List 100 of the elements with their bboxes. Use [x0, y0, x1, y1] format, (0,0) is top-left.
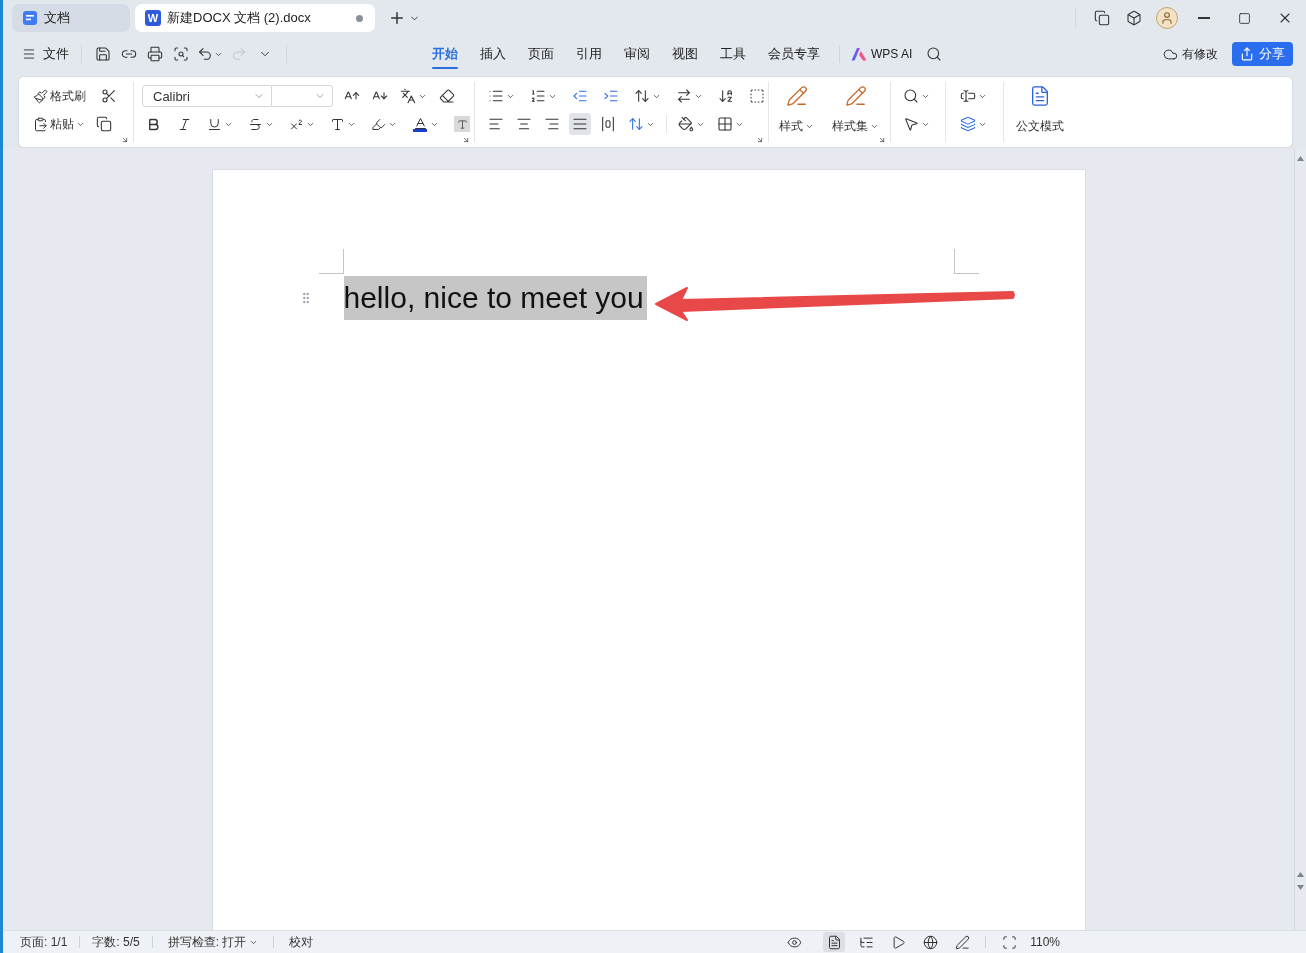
document-icon — [1029, 85, 1051, 107]
pencil-icon — [844, 85, 867, 107]
copy-icon — [96, 116, 112, 132]
save-icon — [95, 46, 111, 62]
previous-page-icon[interactable] — [1297, 872, 1304, 877]
file-menu-button[interactable]: 文件 — [18, 41, 73, 67]
ribbon-tab[interactable]: 插入 — [469, 36, 517, 72]
undo-icon — [197, 46, 213, 62]
ribbon-tab[interactable]: 视图 — [661, 36, 709, 72]
scrollbar[interactable] — [1294, 148, 1306, 930]
cloud-icon — [1163, 46, 1178, 62]
ribbon-tab[interactable]: 页面 — [517, 36, 565, 72]
fit-frame-icon — [1001, 934, 1017, 950]
align-right-icon — [544, 116, 560, 132]
paint-bucket-icon — [678, 116, 694, 132]
minimize-icon — [1198, 17, 1210, 19]
document-tab[interactable]: 文档 — [12, 4, 130, 32]
margin-corner-mark — [318, 249, 344, 274]
text-cursor-icon — [960, 88, 976, 104]
layers-icon — [960, 116, 976, 132]
pen-icon — [954, 934, 970, 950]
strikethrough-icon — [248, 116, 263, 132]
justify-button[interactable] — [569, 113, 591, 135]
decrease-indent-icon — [572, 88, 588, 104]
up-down-arrows-icon — [634, 88, 650, 104]
search-icon — [903, 88, 919, 104]
app-logo: W — [145, 10, 161, 26]
wps-ai-button[interactable]: WPS AI — [848, 41, 916, 67]
align-center-icon — [516, 116, 532, 132]
up-down-arrows-icon — [628, 116, 644, 132]
corner-arrow-icon — [878, 136, 886, 144]
zoom-level-text: 110% — [1030, 935, 1060, 949]
pointer-icon — [903, 116, 919, 132]
share-icon — [1240, 47, 1254, 61]
font-color-icon — [412, 115, 428, 133]
sort-icon — [718, 88, 734, 104]
framed-magnifier-icon — [173, 46, 189, 62]
styles-button[interactable]: 样式 — [775, 85, 818, 137]
distribute-icon — [600, 116, 616, 132]
underline-icon — [207, 116, 222, 132]
share-button[interactable]: 分享 — [1232, 42, 1293, 66]
ai-logo-icon — [851, 47, 867, 61]
paragraph-text: hello, nice to meet you — [343, 276, 647, 320]
avatar-icon — [1156, 7, 1178, 29]
spell-check-button[interactable]: 拼写检查: 打开 — [164, 932, 262, 952]
search-icon — [926, 46, 943, 62]
page-icon — [826, 934, 842, 950]
justify-icon — [572, 116, 588, 132]
page-view-button[interactable] — [823, 932, 846, 952]
shaded-type-icon — [454, 116, 470, 132]
highlighter-icon — [371, 116, 386, 132]
ribbon-tab[interactable]: 引用 — [565, 36, 613, 72]
ribbon-tab[interactable]: 工具 — [709, 36, 757, 72]
menu-icon — [22, 47, 36, 61]
bullet-list-icon — [488, 88, 504, 104]
format-painter-button[interactable]: 格式刷 — [31, 85, 88, 107]
paintbrush-icon — [33, 88, 48, 104]
play-icon — [890, 934, 906, 950]
next-page-icon[interactable] — [1297, 885, 1304, 890]
superscript-icon — [289, 116, 304, 132]
word-count-text: 字数: 5/5 — [92, 933, 140, 951]
left-right-arrows-icon — [676, 88, 692, 104]
font-family-select[interactable]: Calibri — [142, 85, 272, 107]
page-count-text: 页面: 1/1 — [20, 933, 68, 951]
proofread-button[interactable]: 校对 — [286, 932, 317, 952]
type-icon — [330, 116, 345, 132]
clipboard-icon — [33, 116, 48, 132]
align-left-icon — [488, 116, 504, 132]
character-shading-button[interactable] — [451, 113, 473, 135]
increase-indent-icon — [603, 88, 619, 104]
translate-icon — [400, 88, 416, 104]
cube-icon — [1126, 10, 1142, 26]
maximize-icon — [1237, 11, 1251, 25]
plus-icon — [388, 9, 406, 27]
printer-icon — [147, 46, 163, 62]
italic-icon — [176, 116, 192, 132]
document-tab[interactable]: W 新建DOCX 文档 (2).docx — [135, 4, 375, 32]
save-status-button[interactable]: 有修改 — [1160, 41, 1221, 67]
paste-button[interactable]: 粘贴 — [31, 113, 87, 135]
corner-arrow-icon — [756, 136, 764, 144]
border-grid-icon — [717, 116, 733, 132]
overlapping-squares-icon — [1094, 10, 1110, 26]
ribbon-tab[interactable]: 开始 — [421, 36, 469, 72]
eye-icon — [786, 934, 802, 950]
corner-arrow-icon — [462, 136, 470, 144]
ribbon-tab[interactable]: 会员专享 — [757, 36, 831, 72]
list-tree-icon — [858, 934, 874, 950]
eraser-icon — [439, 88, 455, 104]
margin-corner-mark — [953, 249, 979, 274]
scroll-up-icon[interactable] — [1297, 156, 1304, 161]
ribbon-tab[interactable]: 审阅 — [613, 36, 661, 72]
numbered-list-icon — [530, 88, 546, 104]
dashed-square-icon — [749, 88, 765, 104]
style-set-button[interactable]: 样式集 — [828, 85, 883, 137]
redo-icon — [231, 46, 247, 62]
document-mode-button[interactable]: 公文模式 — [1012, 85, 1068, 137]
docs-icon — [22, 10, 38, 26]
scissors-icon — [101, 88, 117, 104]
corner-arrow-icon — [121, 136, 129, 144]
globe-icon — [922, 934, 938, 950]
